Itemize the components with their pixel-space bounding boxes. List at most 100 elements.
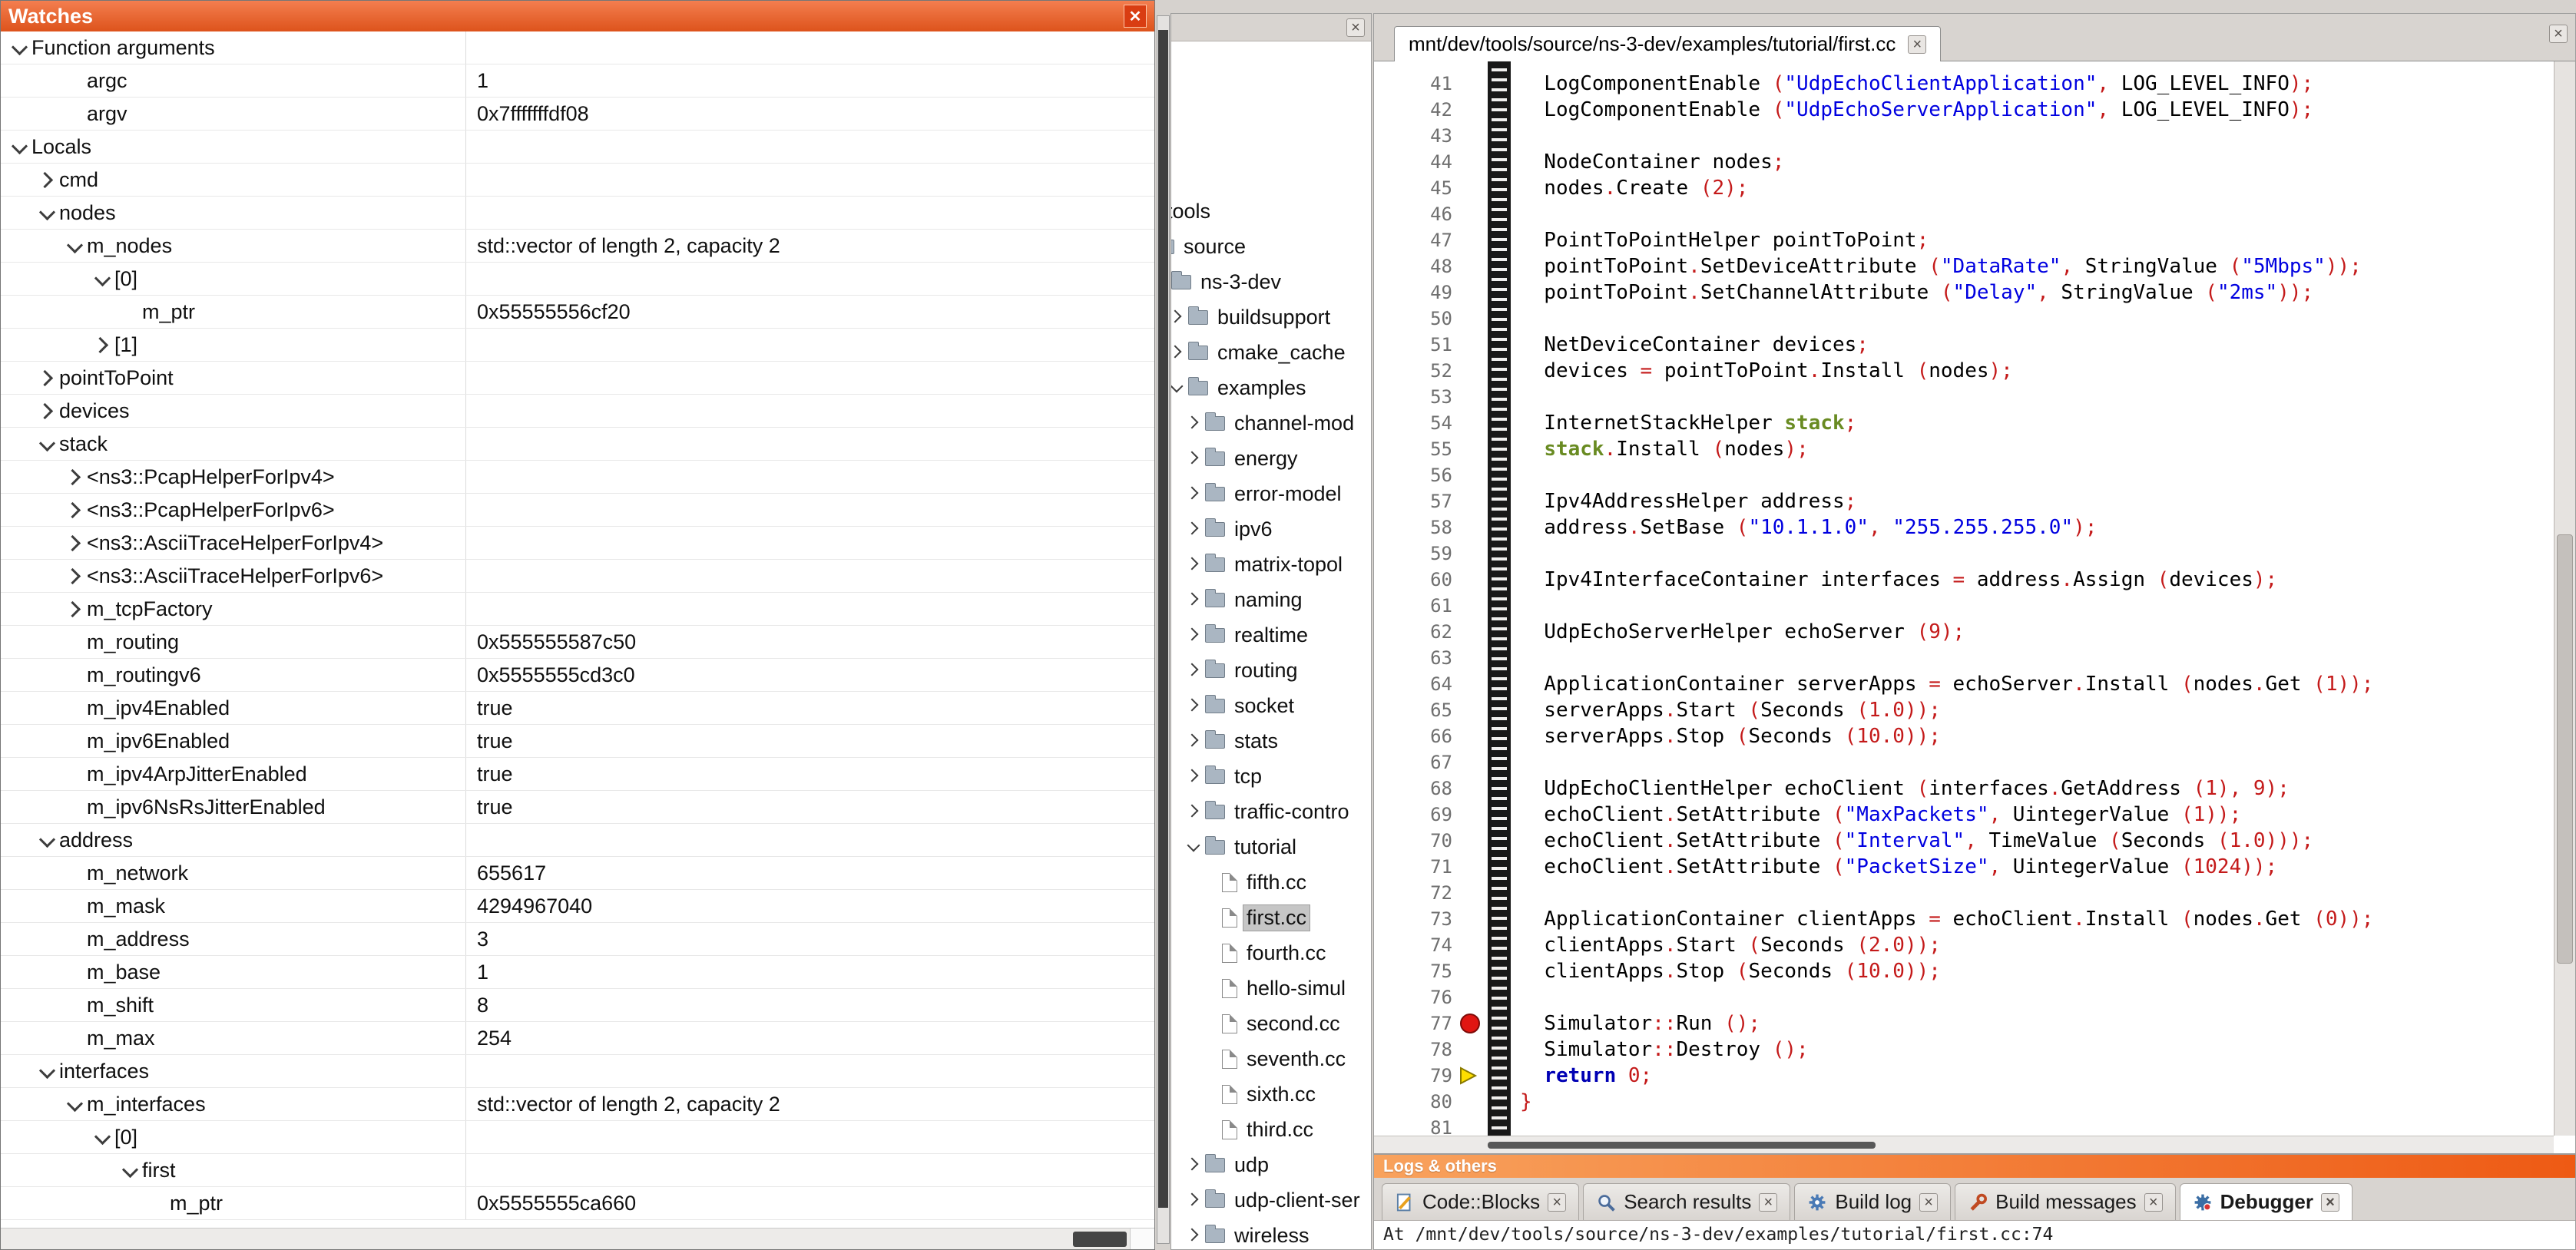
code-line[interactable]: 69 echoClient.SetAttribute ("MaxPackets"…	[1374, 802, 2554, 828]
watch-row-m-max[interactable]: m_max254	[1, 1022, 1154, 1055]
code-line[interactable]: 71 echoClient.SetAttribute ("PacketSize"…	[1374, 854, 2554, 880]
scrollbar-thumb[interactable]	[1488, 1142, 1876, 1149]
code-line[interactable]: 56	[1374, 462, 2554, 488]
scrollbar-thumb[interactable]	[2557, 534, 2573, 964]
chevron-right-icon[interactable]	[36, 168, 59, 191]
code-line[interactable]: 44 NodeContainer nodes;	[1374, 149, 2554, 175]
chevron-down-icon[interactable]	[1170, 378, 1188, 398]
logs-tab-code-blocks[interactable]: Code::Blocks×	[1382, 1183, 1579, 1220]
code-line[interactable]: 70 echoClient.SetAttribute ("Interval", …	[1374, 828, 2554, 854]
chevron-down-icon[interactable]	[91, 267, 114, 290]
line-number[interactable]: 70	[1374, 828, 1466, 854]
line-number[interactable]: 58	[1374, 514, 1466, 541]
code-line[interactable]: 59	[1374, 541, 2554, 567]
code-line[interactable]: 57 Ipv4AddressHelper address;	[1374, 488, 2554, 514]
tab-close-icon[interactable]: ×	[1908, 35, 1926, 54]
chevron-down-icon[interactable]	[8, 135, 31, 158]
code-line[interactable]: 46	[1374, 201, 2554, 227]
code-line[interactable]: 66 serverApps.Stop (Seconds (10.0));	[1374, 723, 2554, 749]
code-line[interactable]: 47 PointToPointHelper pointToPoint;	[1374, 227, 2554, 253]
line-number[interactable]: 60	[1374, 567, 1466, 593]
scrollbar-thumb[interactable]	[1158, 30, 1168, 1208]
line-number[interactable]: 59	[1374, 541, 1466, 567]
line-number[interactable]: 65	[1374, 697, 1466, 723]
watch-row-argc[interactable]: argc1	[1, 64, 1154, 98]
code-line[interactable]: 80}	[1374, 1089, 2554, 1115]
watch-row-m-ptr[interactable]: m_ptr0x5555555ca660	[1, 1187, 1154, 1220]
code-line[interactable]: 72	[1374, 880, 2554, 906]
chevron-right-icon[interactable]	[1170, 307, 1188, 327]
watch-row-1[interactable]: [1]	[1, 329, 1154, 362]
chevron-right-icon[interactable]	[64, 564, 87, 587]
line-number[interactable]: 45	[1374, 175, 1466, 201]
code-line[interactable]: 49 pointToPoint.SetChannelAttribute ("De…	[1374, 279, 2554, 306]
line-number[interactable]: 76	[1374, 984, 1466, 1010]
tab-close-icon[interactable]: ×	[2321, 1193, 2339, 1212]
tree-item-second-cc[interactable]: second.cc	[1171, 1006, 1371, 1041]
chevron-down-icon[interactable]	[119, 1159, 142, 1182]
tree-item-naming[interactable]: naming	[1171, 582, 1371, 617]
chevron-right-icon[interactable]	[36, 399, 59, 422]
line-number[interactable]: 57	[1374, 488, 1466, 514]
chevron-right-icon[interactable]	[1185, 413, 1205, 433]
tab-close-icon[interactable]: ×	[1548, 1193, 1566, 1212]
line-number[interactable]: 48	[1374, 253, 1466, 279]
watch-row-nodes[interactable]: nodes	[1, 197, 1154, 230]
code-line[interactable]: 58 address.SetBase ("10.1.1.0", "255.255…	[1374, 514, 2554, 541]
code-line[interactable]: 62 UdpEchoServerHelper echoServer (9);	[1374, 619, 2554, 645]
watch-row-locals[interactable]: Locals	[1, 131, 1154, 164]
watch-row-m-ipv4arpjitterenabled[interactable]: m_ipv4ArpJitterEnabledtrue	[1, 758, 1154, 791]
chevron-right-icon[interactable]	[64, 465, 87, 488]
code-line[interactable]: 60 Ipv4InterfaceContainer interfaces = a…	[1374, 567, 2554, 593]
tree-item-stats[interactable]: stats	[1171, 723, 1371, 759]
code-line[interactable]: 52 devices = pointToPoint.Install (nodes…	[1374, 358, 2554, 384]
watch-row-m-tcpfactory[interactable]: m_tcpFactory	[1, 593, 1154, 626]
line-number[interactable]: 43	[1374, 123, 1466, 149]
watch-row-function-arguments[interactable]: Function arguments	[1, 31, 1154, 64]
watch-row-m-ipv6nsrsjitterenabled[interactable]: m_ipv6NsRsJitterEnabledtrue	[1, 791, 1154, 824]
line-number[interactable]: 74	[1374, 932, 1466, 958]
watch-row-m-ipv6enabled[interactable]: m_ipv6Enabledtrue	[1, 725, 1154, 758]
chevron-right-icon[interactable]	[1185, 766, 1205, 786]
code-line[interactable]: 75 clientApps.Stop (Seconds (10.0));	[1374, 958, 2554, 984]
line-number[interactable]: 73	[1374, 906, 1466, 932]
chevron-right-icon[interactable]	[1185, 590, 1205, 610]
tree-item-third-cc[interactable]: third.cc	[1171, 1112, 1371, 1147]
chevron-right-icon[interactable]	[1185, 484, 1205, 504]
scrollbar-thumb[interactable]	[1073, 1232, 1127, 1247]
close-icon[interactable]: ×	[1346, 18, 1365, 37]
line-number[interactable]: 66	[1374, 723, 1466, 749]
chevron-down-icon[interactable]	[91, 1126, 114, 1149]
tree-item-hello-simul[interactable]: hello-simul	[1171, 971, 1371, 1006]
tree-item-source[interactable]: source	[1171, 229, 1371, 264]
chevron-down-icon[interactable]	[36, 828, 59, 852]
chevron-right-icon[interactable]	[64, 498, 87, 521]
watch-row-m-mask[interactable]: m_mask4294967040	[1, 890, 1154, 923]
tree-item-seventh-cc[interactable]: seventh.cc	[1171, 1041, 1371, 1076]
tree-item-traffic-contro[interactable]: traffic-contro	[1171, 794, 1371, 829]
watch-row-ns3-pcaphelperforipv4[interactable]: <ns3::PcapHelperForIpv4>	[1, 461, 1154, 494]
code-line[interactable]: 41 LogComponentEnable ("UdpEchoClientApp…	[1374, 71, 2554, 97]
tree-item-wireless[interactable]: wireless	[1171, 1218, 1371, 1250]
line-number[interactable]: 46	[1374, 201, 1466, 227]
chevron-right-icon[interactable]	[1185, 660, 1205, 680]
line-number[interactable]: 47	[1374, 227, 1466, 253]
tree-item-tcp[interactable]: tcp	[1171, 759, 1371, 794]
code-line[interactable]: 77 Simulator::Run ();	[1374, 1010, 2554, 1037]
watch-row-interfaces[interactable]: interfaces	[1, 1055, 1154, 1088]
code-line[interactable]: 48 pointToPoint.SetDeviceAttribute ("Dat…	[1374, 253, 2554, 279]
line-number[interactable]: 77	[1374, 1010, 1466, 1037]
watch-row-m-base[interactable]: m_base1	[1, 956, 1154, 989]
tree-item-error-model[interactable]: error-model	[1171, 476, 1371, 511]
chevron-right-icon[interactable]	[1185, 448, 1205, 468]
watch-row-stack[interactable]: stack	[1, 428, 1154, 461]
watch-row-devices[interactable]: devices	[1, 395, 1154, 428]
watch-row-m-shift[interactable]: m_shift8	[1, 989, 1154, 1022]
line-number[interactable]: 79	[1374, 1063, 1466, 1089]
line-number[interactable]: 56	[1374, 462, 1466, 488]
watch-row-m-interfaces[interactable]: m_interfacesstd::vector of length 2, cap…	[1, 1088, 1154, 1121]
line-number[interactable]: 64	[1374, 671, 1466, 697]
line-number[interactable]: 51	[1374, 332, 1466, 358]
editor-vertical-scrollbar[interactable]	[2554, 61, 2575, 1136]
tree-item-socket[interactable]: socket	[1171, 688, 1371, 723]
